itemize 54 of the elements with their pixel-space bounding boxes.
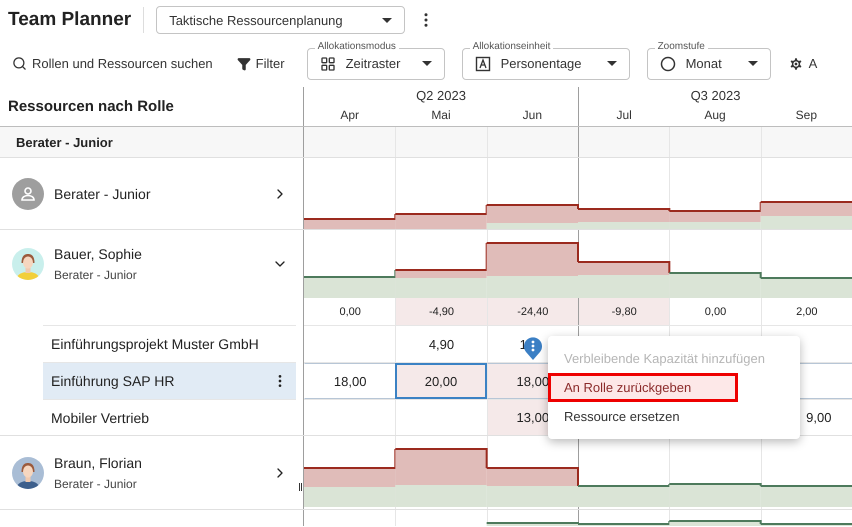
role-name: Berater - Junior: [54, 186, 152, 202]
filter-icon: [236, 56, 251, 70]
menu-item[interactable]: An Rolle zurückgeben: [548, 373, 738, 402]
month-label: Sep: [794, 107, 818, 124]
app-title: Team Planner: [8, 7, 144, 33]
project-row[interactable]: Einführung SAP HR: [43, 362, 296, 399]
letter-icon: [474, 56, 491, 72]
dropdown-select[interactable]: Zeitraster: [306, 48, 445, 80]
dropdown-select[interactable]: Monat: [646, 48, 771, 80]
person-name: Bauer, Sophie: [54, 246, 143, 262]
search-button[interactable]: Rollen und Ressourcen suchen: [12, 56, 213, 71]
project-name: Einführung SAP HR: [51, 373, 176, 389]
settings-button[interactable]: A: [788, 56, 818, 72]
avatar-icon: [12, 248, 44, 280]
search-icon: [12, 56, 27, 71]
person-name: Braun, Florian: [54, 454, 143, 470]
total-cell: -9,80: [578, 298, 670, 325]
column-heading: Ressourcen nach Rolle: [8, 97, 175, 117]
allocation-cell[interactable]: 4,90: [395, 326, 487, 362]
total-cell-text: 0,00: [338, 304, 362, 320]
caret-icon: [606, 61, 617, 66]
avatar-icon: [12, 178, 44, 210]
month-label: Aug: [703, 107, 727, 124]
select-label: Allokationseinheit: [470, 40, 554, 52]
caret-icon: [748, 61, 758, 66]
month-label: Jun: [522, 107, 543, 124]
allocation-cell[interactable]: 20,00: [395, 363, 487, 399]
caret-icon: [422, 61, 432, 66]
select-label: Allokationsmodus: [314, 40, 399, 52]
grid-icon: [320, 56, 336, 72]
total-cell: 0,00: [669, 298, 761, 325]
project-name: Mobiler Vertrieb: [51, 410, 150, 426]
avatar-icon: [12, 456, 44, 488]
filter-button[interactable]: Filter: [236, 56, 285, 71]
person-role: Berater - Junior: [54, 268, 138, 282]
total-cell: -4,90: [395, 298, 487, 325]
marker-pin-icon[interactable]: [523, 336, 543, 360]
month-label: Jul: [578, 105, 670, 126]
resize-handle-icon[interactable]: [299, 483, 302, 491]
select-label: Zoomstufe: [654, 40, 708, 52]
month-label: Mai: [430, 107, 452, 124]
settings-icon: [788, 56, 804, 72]
total-cell: -24,40: [486, 298, 578, 325]
caret-icon: [382, 18, 392, 22]
month-label: Apr: [339, 107, 360, 124]
contrast-icon: [660, 56, 676, 72]
group-heading: Berater - Junior: [15, 134, 113, 150]
person-role: Berater - Junior: [54, 476, 138, 490]
quarter-label: Q3 2023: [578, 87, 852, 105]
dropdown-select[interactable]: Personentage: [462, 48, 630, 80]
view-select[interactable]: Taktische Ressourcenplanung: [156, 6, 406, 34]
project-name: Einführungsprojekt Muster GmbH: [51, 336, 260, 352]
total-cell: 2,00: [760, 298, 852, 325]
quarter-label: Q2 2023: [415, 87, 467, 105]
